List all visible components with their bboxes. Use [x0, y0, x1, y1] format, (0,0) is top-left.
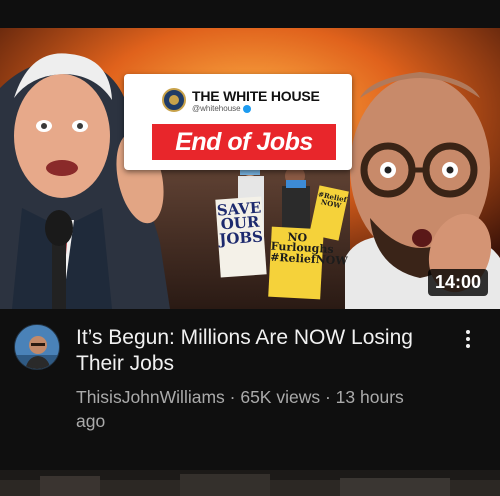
avatar-image — [15, 325, 59, 369]
kebab-dot — [466, 330, 470, 334]
byline-separator-2: · — [320, 387, 336, 407]
top-bar — [0, 0, 500, 28]
byline-separator-1: · — [224, 387, 241, 407]
channel-name[interactable]: ThisisJohnWilliams — [76, 387, 225, 407]
tweet-card: THE WHITE HOUSE @whitehouse End of Jobs — [124, 74, 352, 170]
more-vertical-icon[interactable] — [458, 325, 478, 353]
verified-badge-icon — [242, 104, 251, 113]
video-metadata: It’s Begun: Millions Are NOW Losing Thei… — [0, 309, 500, 469]
protest-sign-no-furloughs: NO Furloughs #ReliefNOW — [268, 226, 348, 300]
video-thumbnail[interactable]: THE WHITE HOUSE @whitehouse End of Jobs … — [0, 28, 500, 309]
video-title[interactable]: It’s Begun: Millions Are NOW Losing Thei… — [76, 325, 436, 377]
kebab-dot — [466, 337, 470, 341]
protest-sign-save-our-jobs: SAVE OUR JOBS — [215, 196, 267, 278]
channel-avatar[interactable] — [14, 324, 60, 370]
kebab-dot — [466, 344, 470, 348]
thumbnail-headline: End of Jobs — [175, 127, 313, 156]
white-house-seal-icon — [162, 88, 186, 112]
thumbnail-headline-banner: End of Jobs — [152, 124, 336, 160]
tweet-account-name: THE WHITE HOUSE — [192, 88, 320, 104]
tweet-handle-text: @whitehouse — [192, 104, 241, 113]
video-byline: ThisisJohnWilliams · 65K views · 13 hour… — [76, 385, 436, 433]
next-video-thumbnail-peek[interactable] — [0, 470, 500, 496]
video-duration-badge: 14:00 — [427, 269, 488, 296]
tweet-handle: @whitehouse — [192, 104, 251, 113]
next-thumbnail-artwork — [0, 470, 500, 496]
view-count: 65K views — [240, 387, 321, 407]
